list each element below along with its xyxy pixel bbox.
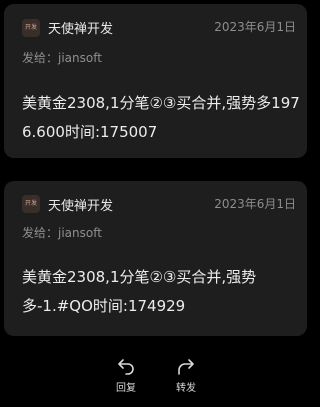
message-date: 2023年6月1日: [214, 197, 296, 211]
recipient-line: 发给：jiansoft: [22, 49, 102, 66]
sender-name: 天使禅开发: [48, 199, 114, 214]
avatar: 开发: [22, 19, 40, 37]
avatar: 开发: [22, 195, 40, 213]
message-date: 2023年6月1日: [214, 20, 296, 34]
recipient-label: 发给：: [22, 226, 59, 240]
recipient-line: 发给：jiansoft: [22, 224, 102, 241]
reply-icon: [118, 359, 134, 375]
forward-label: 转发: [176, 383, 196, 394]
forward-icon: [178, 359, 194, 375]
recipient-name: jiansoft: [58, 51, 102, 65]
reply-button[interactable]: 回复: [106, 357, 146, 394]
message-body: 美黄金2308,1分笔②③买合并,强势多1976.600时间:175007: [22, 94, 300, 141]
sender-name: 天使禅开发: [48, 22, 114, 37]
forward-button[interactable]: 转发: [166, 357, 206, 394]
message-body: 美黄金2308,1分笔②③买合并,强势多-1.#QO时间:174929: [22, 268, 257, 315]
recipient-name: jiansoft: [58, 226, 102, 240]
message-card[interactable]: 开发 天使禅开发 2023年6月1日 发给：jiansoft 美黄金2308,1…: [4, 181, 307, 336]
recipient-label: 发给：: [22, 51, 59, 65]
message-card[interactable]: 开发 天使禅开发 2023年6月1日 发给：jiansoft 美黄金2308,1…: [4, 4, 307, 158]
reply-label: 回复: [116, 383, 136, 394]
